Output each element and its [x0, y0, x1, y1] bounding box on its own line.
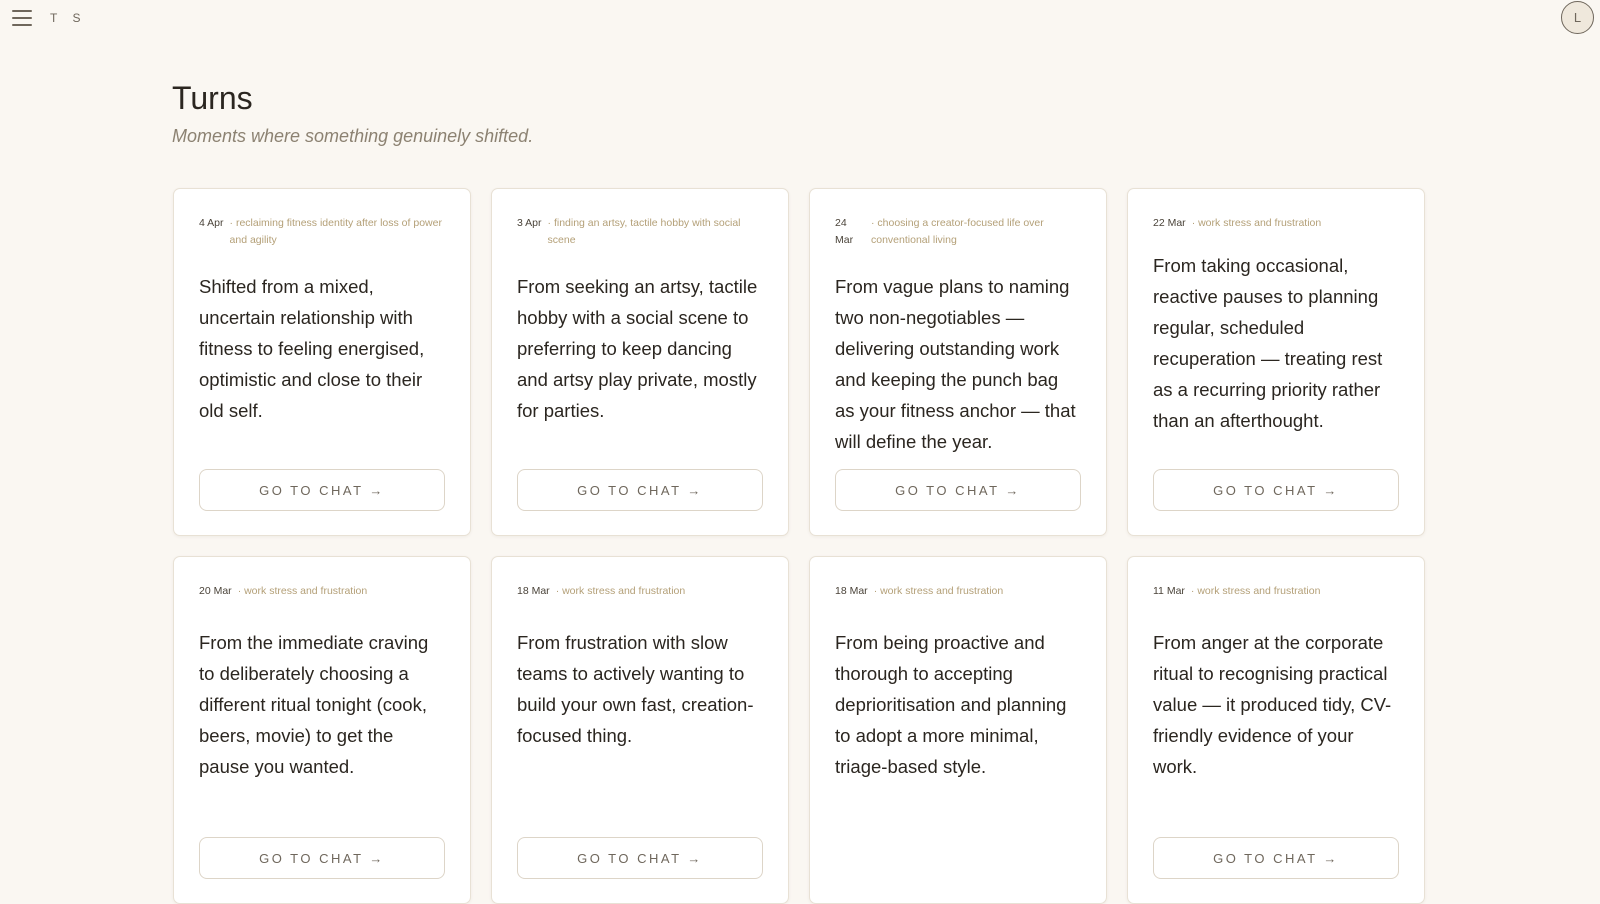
card-summary: From being proactive and thorough to acc… [835, 632, 1067, 777]
card-date: 20 Mar [199, 585, 232, 597]
turn-card: 22 Mar · work stress and frustration Fro… [1127, 188, 1425, 536]
card-topic: · work stress and frustration [1190, 585, 1321, 597]
go-to-chat-button[interactable]: GO TO CHAT → [1153, 837, 1399, 879]
go-to-chat-button[interactable]: GO TO CHAT → [517, 837, 763, 879]
card-date: 11 Mar [1153, 585, 1185, 597]
menu-icon[interactable] [12, 10, 34, 28]
card-date: 22 Mar [1153, 217, 1186, 229]
card-summary: From anger at the corporate ritual to re… [1153, 632, 1392, 777]
turn-card: 11 Mar · work stress and frustration Fro… [1127, 556, 1425, 904]
go-to-chat-button[interactable]: GO TO CHAT → [1153, 469, 1399, 511]
card-meta: 22 Mar · work stress and frustration [1153, 215, 1399, 232]
card-meta: 11 Mar · work stress and frustration [1153, 583, 1399, 600]
card-date: 18 Mar [835, 585, 868, 597]
go-to-chat-button[interactable]: GO TO CHAT → [199, 837, 445, 879]
card-summary: From the immediate craving to deliberate… [199, 632, 429, 777]
card-meta: 18 Mar · work stress and frustration [517, 583, 763, 600]
turn-card: 20 Mar · work stress and frustration Fro… [173, 556, 471, 904]
card-date: 18 Mar [517, 585, 550, 597]
brand-logo: T S [50, 11, 87, 25]
card-topic: · reclaiming fitness identity after loss… [229, 217, 442, 246]
card-summary: From vague plans to naming two non-negot… [835, 276, 1076, 452]
card-topic: · finding an artsy, tactile hobby with s… [547, 217, 741, 246]
page-subtitle: Moments where something genuinely shifte… [172, 126, 534, 146]
card-topic: · choosing a creator-focused life over c… [871, 217, 1044, 246]
turn-card: 3 Apr · finding an artsy, tactile hobby … [491, 188, 789, 536]
card-topic: · work stress and frustration [873, 585, 1004, 597]
card-date: 3 Apr [517, 217, 542, 229]
go-to-chat-button[interactable]: GO TO CHAT → [835, 469, 1081, 511]
card-meta: 20 Mar · work stress and frustration [199, 583, 445, 600]
card-summary: Shifted from a mixed, uncertain relation… [199, 276, 425, 421]
card-summary: From frustration with slow teams to acti… [517, 632, 754, 746]
card-date: 4 Apr [199, 217, 224, 229]
card-summary: From seeking an artsy, tactile hobby wit… [517, 276, 758, 421]
card-summary: From taking occasional, reactive pauses … [1153, 255, 1383, 431]
turn-card: 18 Mar · work stress and frustration Fro… [491, 556, 789, 904]
turns-grid: 4 Apr · reclaiming fitness identity afte… [173, 188, 1427, 904]
card-date: 24 Mar [835, 217, 854, 246]
go-to-chat-button[interactable]: GO TO CHAT → [199, 469, 445, 511]
card-meta: 3 Apr · finding an artsy, tactile hobby … [517, 215, 763, 249]
card-meta: 18 Mar · work stress and frustration [835, 583, 1081, 600]
top-bar: T S L [0, 0, 1600, 40]
card-topic: · work stress and frustration [237, 585, 368, 597]
turn-card: 24 Mar · choosing a creator-focused life… [809, 188, 1107, 536]
card-topic: · work stress and frustration [555, 585, 686, 597]
turn-card: 18 Mar · work stress and frustration Fro… [809, 556, 1107, 904]
go-to-chat-button[interactable]: GO TO CHAT → [517, 469, 763, 511]
avatar[interactable]: L [1561, 1, 1594, 34]
turn-card: 4 Apr · reclaiming fitness identity afte… [173, 188, 471, 536]
card-meta: 4 Apr · reclaiming fitness identity afte… [199, 215, 445, 249]
card-meta: 24 Mar · choosing a creator-focused life… [835, 215, 1081, 249]
card-topic: · work stress and frustration [1191, 217, 1322, 229]
page-title: Turns [172, 80, 253, 116]
